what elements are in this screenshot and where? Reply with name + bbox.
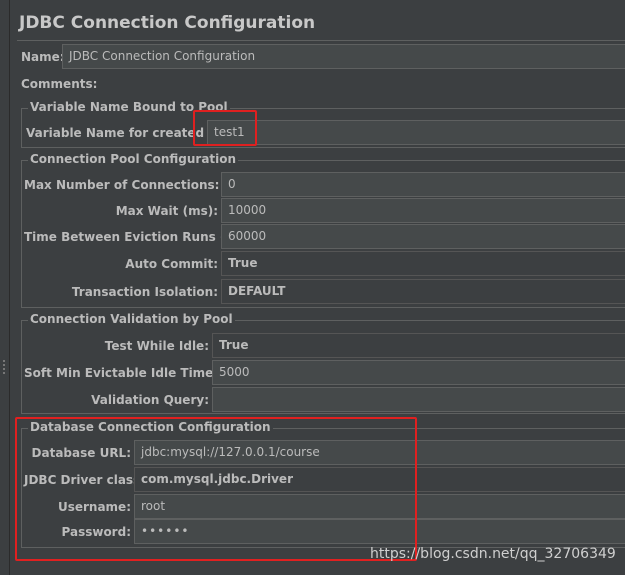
eviction-runs-label: Time Between Eviction Runs (ms): [24, 230, 256, 244]
max-wait-label: Max Wait (ms): [115, 204, 218, 218]
watermark: https://blog.csdn.net/qq_32706349 [370, 546, 616, 562]
eviction-runs-input[interactable]: 60000 [221, 224, 625, 249]
highlight-variable-name [193, 110, 257, 146]
name-input[interactable]: JDBC Connection Configuration [62, 44, 625, 69]
validation-group-title: Connection Validation by Pool [28, 312, 235, 326]
page-title: JDBC Connection Configuration [19, 13, 316, 33]
auto-commit-select[interactable]: True [221, 251, 625, 276]
transaction-isolation-select[interactable]: DEFAULT [221, 279, 625, 304]
splitter-grip-icon[interactable] [2, 358, 6, 378]
test-while-idle-select[interactable]: True [212, 333, 625, 358]
variable-name-input[interactable]: test1 [207, 120, 625, 145]
pool-group-title: Connection Pool Configuration [28, 152, 239, 166]
test-while-idle-label: Test While Idle: [104, 339, 209, 353]
comments-label: Comments: [21, 77, 98, 91]
max-connections-input[interactable]: 0 [221, 172, 625, 197]
soft-min-idle-label: Soft Min Evictable Idle Time(ms): [24, 366, 249, 380]
max-connections-label: Max Number of Connections: [24, 178, 220, 192]
splitter-bar[interactable] [0, 0, 10, 575]
validation-query-input[interactable] [212, 387, 625, 412]
name-label: Name: [21, 50, 65, 64]
soft-min-idle-input[interactable]: 5000 [212, 360, 625, 385]
auto-commit-label: Auto Commit: [125, 257, 218, 271]
validation-query-label: Validation Query: [91, 393, 209, 407]
highlight-database-section [15, 417, 417, 561]
max-wait-input[interactable]: 10000 [221, 198, 625, 223]
transaction-isolation-label: Transaction Isolation: [71, 285, 218, 299]
